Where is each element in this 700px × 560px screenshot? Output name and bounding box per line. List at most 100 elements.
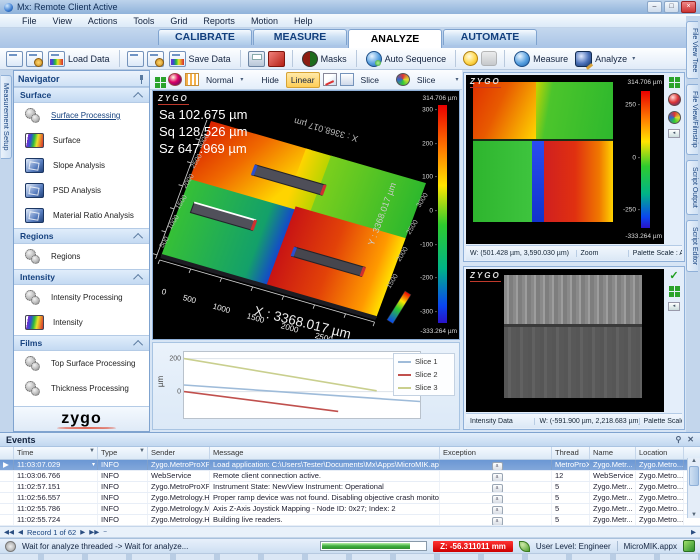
column-header-exception[interactable]: Exception xyxy=(440,447,552,459)
hide-button[interactable]: Hide xyxy=(257,73,282,87)
sort-filter-icon[interactable]: ▼ xyxy=(139,448,145,454)
sidebar-item-intensity-processing[interactable]: Intensity Processing xyxy=(14,285,149,310)
column-header-type[interactable]: Type▼ xyxy=(98,447,148,459)
section-header-regions[interactable]: Regions xyxy=(14,228,149,244)
right-tab-script-editor[interactable]: Script Editor xyxy=(686,220,698,272)
zoom-palette-scale[interactable]: Palette Scale : Auto xyxy=(629,250,682,257)
save-settings-icon[interactable] xyxy=(147,51,164,67)
sidebar-item-regions[interactable]: Regions xyxy=(14,244,149,269)
sidebar-item-intensity[interactable]: Intensity xyxy=(14,310,149,335)
tab-calibrate[interactable]: CALIBRATE xyxy=(158,29,252,45)
view-mode-select[interactable]: Normal xyxy=(202,73,237,87)
slice-analysis-icon[interactable] xyxy=(396,73,410,86)
right-tab-file-view-filmstrip[interactable]: File View/Filmstrip xyxy=(686,84,698,155)
print-icon[interactable] xyxy=(248,51,265,67)
first-record-button[interactable]: ◀◀ xyxy=(4,528,14,536)
menu-item-tools[interactable]: Tools xyxy=(125,16,162,26)
pin-icon[interactable]: ⚲ xyxy=(675,435,681,444)
event-log-row[interactable]: 11:02:56.557INFOZygo.Metrology.H...Prope… xyxy=(0,493,700,504)
event-log-row[interactable]: 11:02:55.786INFOZygo.Metrology.M...Axis … xyxy=(0,504,700,515)
plot-toolbar-overflow-icon[interactable]: ▾ xyxy=(456,76,459,83)
event-log-row[interactable]: 11:02:57.151INFOZygo.MetroProXP....Instr… xyxy=(0,482,700,493)
column-header-location[interactable]: Location xyxy=(636,447,684,459)
load-data-button[interactable]: Load Data xyxy=(46,51,112,67)
zoom-view-image-area[interactable]: ZYGO 250 -0 --250 - 314.706 µm -333.264 … xyxy=(466,75,664,244)
slice-results-icon[interactable] xyxy=(340,73,354,86)
load-settings-icon[interactable] xyxy=(26,51,43,67)
intensity-image-area[interactable]: ZYGO xyxy=(466,269,664,412)
next-record-button[interactable]: ▶ xyxy=(80,528,85,536)
linear-button[interactable]: Linear xyxy=(286,72,320,88)
collapse-chevron-icon[interactable] xyxy=(133,273,143,283)
tile-view-icon[interactable] xyxy=(669,77,674,82)
masks-button[interactable]: Masks xyxy=(300,51,349,67)
more-tools-icon[interactable]: ◂ xyxy=(668,129,680,138)
collapse-chevron-icon[interactable] xyxy=(133,232,143,242)
tab-measure[interactable]: MEASURE xyxy=(253,29,347,45)
maximize-button[interactable]: □ xyxy=(664,1,679,13)
more-tools-icon[interactable]: ◂ xyxy=(668,302,680,311)
close-panel-icon[interactable]: ✕ xyxy=(687,435,694,444)
menu-item-help[interactable]: Help xyxy=(286,16,321,26)
tile-view-icon[interactable] xyxy=(669,286,674,291)
section-header-intensity[interactable]: Intensity xyxy=(14,269,149,285)
tab-automate[interactable]: AUTOMATE xyxy=(443,29,537,45)
column-header-message[interactable]: Message xyxy=(210,447,440,459)
slice-analysis-button[interactable]: Slice Analysis xyxy=(413,73,453,87)
column-header-thread[interactable]: Thread xyxy=(552,447,590,459)
measurement-setup-tab[interactable]: Measurement Setup xyxy=(1,75,12,159)
measure-button[interactable]: Measure xyxy=(512,51,570,67)
view-mode-dropdown-icon[interactable]: ▾ xyxy=(240,76,243,83)
palette-icon[interactable] xyxy=(668,111,681,124)
collapse-chevron-icon[interactable] xyxy=(133,339,143,349)
sidebar-item-thickness-processing[interactable]: Thickness Processing xyxy=(14,376,149,401)
tile-view-icon[interactable] xyxy=(155,77,160,82)
prev-record-button[interactable]: ◀ xyxy=(18,528,23,536)
report-icon[interactable] xyxy=(268,51,285,67)
intensity-palette-scale[interactable]: Palette Scale : PV xyxy=(640,418,683,425)
load-recent-icon[interactable] xyxy=(6,51,23,67)
menu-item-motion[interactable]: Motion xyxy=(243,16,286,26)
sidebar-item-slope-analysis[interactable]: Slope Analysis xyxy=(14,153,149,178)
sidebar-item-surface[interactable]: Surface xyxy=(14,128,149,153)
save-copy-icon[interactable] xyxy=(127,51,144,67)
event-log-row[interactable]: 11:02:55.724INFOZygo.Metrology.H...Build… xyxy=(0,515,700,526)
close-button[interactable]: × xyxy=(681,1,696,13)
section-header-surface[interactable]: Surface xyxy=(14,87,149,103)
auto-sequence-button[interactable]: Auto Sequence xyxy=(364,51,449,67)
h-scroll-right-icon[interactable]: ▶ xyxy=(691,528,696,536)
menu-item-actions[interactable]: Actions xyxy=(80,16,126,26)
event-log-row[interactable]: ▶11:03:07.029▾INFOZygo.MetroProXP....Loa… xyxy=(0,460,700,471)
column-header-time[interactable]: Time▼ xyxy=(14,447,98,459)
column-header-sender[interactable]: Sender xyxy=(148,447,210,459)
accept-icon[interactable]: ✓ xyxy=(669,271,678,281)
collapse-chevron-icon[interactable] xyxy=(133,91,143,101)
minimize-button[interactable]: – xyxy=(647,1,662,13)
3d-view-icon[interactable] xyxy=(668,93,681,106)
menu-item-file[interactable]: File xyxy=(14,16,45,26)
last-record-button[interactable]: ▶▶ xyxy=(89,528,99,536)
analyze-button[interactable]: Analyze xyxy=(573,51,629,67)
toolbar-overflow-icon[interactable]: ▾ xyxy=(632,55,635,62)
menu-item-reports[interactable]: Reports xyxy=(195,16,243,26)
tab-analyze[interactable]: ANALYZE xyxy=(348,29,442,48)
palette-mode-icon[interactable] xyxy=(185,73,199,86)
pin-icon[interactable] xyxy=(137,75,145,83)
menu-item-grid[interactable]: Grid xyxy=(162,16,195,26)
save-data-button[interactable]: Save Data xyxy=(167,51,233,67)
right-tab-script-output[interactable]: Script Output xyxy=(686,160,698,215)
section-header-films[interactable]: Films xyxy=(14,335,149,351)
3d-view-icon[interactable] xyxy=(168,73,182,86)
zoom-mode-label[interactable]: Zoom xyxy=(577,250,629,257)
sidebar-item-material-ratio-analysis[interactable]: Material Ratio Analysis xyxy=(14,203,149,228)
events-vertical-scrollbar[interactable]: ▲▼ xyxy=(687,458,700,518)
column-header-name[interactable]: Name xyxy=(590,447,636,459)
sort-filter-icon[interactable]: ▼ xyxy=(89,448,95,454)
light-level-icon[interactable] xyxy=(463,51,478,66)
event-log-row[interactable]: 11:03:06.766INFOWebServiceRemote client … xyxy=(0,471,700,482)
surface-3d-view[interactable]: ZYGO Sa 102.675 µmSq 128.526 µmSz 647.96… xyxy=(152,90,460,340)
menu-item-view[interactable]: View xyxy=(45,16,80,26)
delete-record-button[interactable]: − xyxy=(103,529,107,536)
slice-results-button[interactable]: Slice Results xyxy=(357,73,393,87)
sidebar-item-surface-processing[interactable]: Surface Processing xyxy=(14,103,149,128)
